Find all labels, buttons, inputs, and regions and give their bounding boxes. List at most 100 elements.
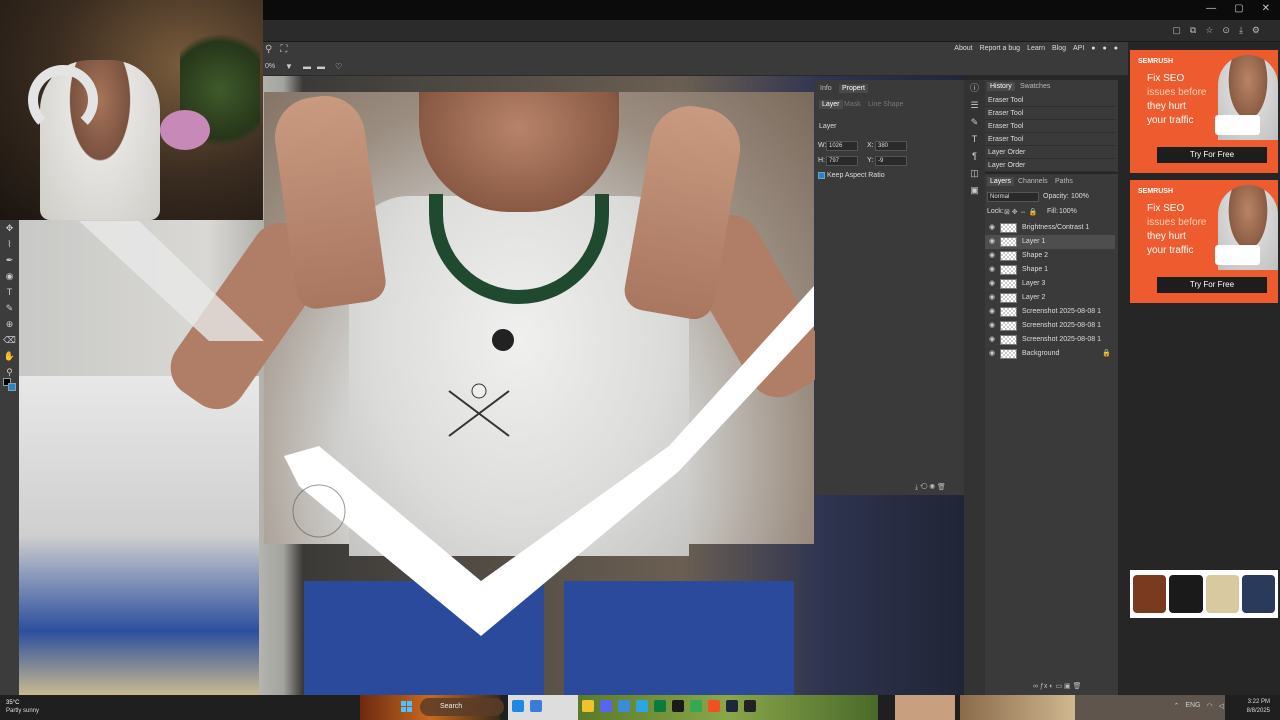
info-icon[interactable]: ⓘ bbox=[964, 80, 985, 97]
tab-info[interactable]: Info bbox=[820, 85, 832, 92]
bookmark-star-icon[interactable]: ☆ bbox=[1205, 25, 1213, 36]
eye-icon[interactable]: ◉ bbox=[989, 249, 995, 263]
fill-tool-icon[interactable]: ◉ bbox=[0, 268, 19, 284]
eye-icon[interactable]: ◉ bbox=[989, 235, 995, 249]
maximize-button[interactable]: ▢ bbox=[1234, 3, 1243, 14]
chrome-icon[interactable] bbox=[690, 700, 702, 712]
windows-start-icon[interactable] bbox=[401, 701, 412, 712]
semrush-ad-2[interactable]: SEMRUSH Fix SEO issues before they hurt … bbox=[1130, 180, 1278, 303]
width-field[interactable]: 1026 bbox=[826, 141, 858, 151]
twitter-icon[interactable]: ● bbox=[1103, 45, 1107, 52]
reddit-icon[interactable]: ● bbox=[1091, 45, 1095, 52]
ad-cta-button[interactable]: Try For Free bbox=[1157, 147, 1267, 163]
eye-icon[interactable]: ◉ bbox=[989, 221, 995, 235]
eye-icon[interactable]: ◉ bbox=[989, 277, 995, 291]
brush-tool-icon[interactable]: ✎ bbox=[0, 300, 19, 316]
zoom-value[interactable]: 0% bbox=[265, 63, 275, 70]
move-tool-icon[interactable]: ✥ bbox=[0, 220, 19, 236]
history-item[interactable]: Layer Order bbox=[985, 146, 1115, 159]
lock-icons[interactable]: ⊠ ✥ ⇔ 🔒 bbox=[1004, 208, 1037, 216]
layers-footer-icons[interactable]: ∞ ƒx ◐ ▭ ▣ 🗑 bbox=[1033, 682, 1081, 690]
eye-icon[interactable]: ◉ bbox=[989, 263, 995, 277]
product-ad[interactable] bbox=[1130, 570, 1278, 618]
blog-link[interactable]: Blog bbox=[1052, 45, 1066, 52]
search-icon[interactable]: ⚲ bbox=[265, 44, 272, 55]
hand-tool-icon[interactable]: ✋ bbox=[0, 348, 19, 364]
minimize-button[interactable]: — bbox=[1206, 3, 1216, 14]
steam-icon[interactable] bbox=[726, 700, 738, 712]
subtab-mask[interactable]: Mask bbox=[844, 101, 861, 108]
paragraph-icon[interactable]: ¶ bbox=[964, 148, 985, 165]
clock[interactable]: 3:22 PM 8/8/2025 bbox=[1247, 698, 1270, 716]
taskbar-search[interactable]: Search bbox=[420, 698, 504, 716]
app-icon-2[interactable] bbox=[654, 700, 666, 712]
file-explorer-icon[interactable] bbox=[582, 700, 594, 712]
opacity-value[interactable]: 100% bbox=[1071, 193, 1089, 200]
fullscreen-icon[interactable]: ⛶ bbox=[280, 44, 287, 55]
x-field[interactable]: 380 bbox=[875, 141, 907, 151]
subtab-line-shape[interactable]: Line Shape bbox=[868, 101, 903, 108]
type-tool-icon[interactable]: T bbox=[0, 284, 19, 300]
keep-aspect-checkbox[interactable] bbox=[818, 172, 825, 179]
background-color-swatch[interactable] bbox=[8, 383, 16, 391]
tab-icon[interactable]: ▢ bbox=[1172, 25, 1181, 36]
chevron-up-icon[interactable]: ⌃ bbox=[1173, 702, 1179, 710]
eye-icon[interactable]: ◉ bbox=[989, 347, 995, 361]
tab-layers[interactable]: Layers bbox=[987, 177, 1015, 186]
discord-icon[interactable] bbox=[600, 700, 612, 712]
app-icon[interactable] bbox=[618, 700, 630, 712]
tab-paths[interactable]: Paths bbox=[1055, 178, 1073, 185]
facebook-icon[interactable]: ● bbox=[1114, 45, 1118, 52]
layer-row[interactable]: ◉ Layer 1 bbox=[985, 235, 1115, 249]
obs-icon[interactable] bbox=[672, 700, 684, 712]
layer-row[interactable]: ◉ Screenshot 2025-08-08 1 bbox=[985, 305, 1115, 319]
app-icon-3[interactable] bbox=[744, 700, 756, 712]
api-link[interactable]: API bbox=[1073, 45, 1084, 52]
dropdown-arrow-icon[interactable]: ▼ bbox=[285, 62, 293, 71]
layer-row[interactable]: ◉ Brightness/Contrast 1 bbox=[985, 221, 1115, 235]
report-bug-link[interactable]: Report a bug bbox=[980, 45, 1020, 52]
properties-footer-icons[interactable]: ⤓ ⟲ ◉ 🗑 bbox=[915, 483, 946, 492]
eye-icon[interactable]: ◉ bbox=[989, 291, 995, 305]
text-icon[interactable]: T bbox=[964, 131, 985, 148]
settings-icon[interactable]: ⚙ bbox=[1252, 25, 1260, 36]
eye-icon[interactable]: ◉ bbox=[989, 333, 995, 347]
tab-history[interactable]: History bbox=[987, 82, 1015, 91]
download-icon[interactable]: ⤓ bbox=[1239, 25, 1243, 36]
layer-row[interactable]: ◉ Screenshot 2025-08-08 1 bbox=[985, 319, 1115, 333]
clone-tool-icon[interactable]: ⊕ bbox=[0, 316, 19, 332]
history-item[interactable]: Eraser Tool bbox=[985, 120, 1115, 133]
minus-icon-2[interactable]: ▬ bbox=[317, 62, 325, 71]
tab-properties[interactable]: Propert bbox=[839, 84, 868, 93]
history-item[interactable]: Eraser Tool bbox=[985, 107, 1115, 120]
volume-icon[interactable]: ◁ bbox=[1219, 702, 1224, 710]
about-link[interactable]: About bbox=[954, 45, 972, 52]
subtab-layer[interactable]: Layer bbox=[819, 100, 843, 109]
css-icon[interactable]: ◫ bbox=[964, 165, 985, 182]
layer-row[interactable]: ◉ Layer 3 bbox=[985, 277, 1115, 291]
extension-icon[interactable]: ⊙ bbox=[1222, 25, 1230, 36]
image-icon[interactable]: ▣ bbox=[964, 182, 985, 199]
edge-icon[interactable] bbox=[512, 700, 524, 712]
layer-row[interactable]: ◉ Shape 1 bbox=[985, 263, 1115, 277]
fill-value[interactable]: 100% bbox=[1059, 208, 1077, 215]
heart-icon[interactable]: ♡ bbox=[335, 62, 342, 71]
blend-mode-select[interactable]: Normal bbox=[987, 192, 1039, 202]
ad-cta-button[interactable]: Try For Free bbox=[1157, 277, 1267, 293]
weather-widget[interactable]: 35°C Partly sunny bbox=[6, 699, 39, 715]
pen-tool-icon[interactable]: ✒ bbox=[0, 252, 19, 268]
layer-row[interactable]: ◉ Shape 2 bbox=[985, 249, 1115, 263]
telegram-icon[interactable] bbox=[636, 700, 648, 712]
wifi-icon[interactable]: ◠ bbox=[1207, 702, 1213, 710]
window-icon[interactable]: ⧉ bbox=[1190, 25, 1196, 36]
eye-icon[interactable]: ◉ bbox=[989, 319, 995, 333]
history-item[interactable]: Eraser Tool bbox=[985, 133, 1115, 146]
tab-swatches[interactable]: Swatches bbox=[1020, 83, 1050, 90]
layer-row[interactable]: ◉ Background 🔒 bbox=[985, 347, 1115, 361]
eraser-tool-icon[interactable]: ⌫ bbox=[0, 332, 19, 348]
lang-indicator[interactable]: ENG bbox=[1185, 702, 1200, 710]
history-item[interactable]: Layer Order bbox=[985, 159, 1115, 172]
list-icon[interactable]: ☰ bbox=[964, 97, 985, 114]
learn-link[interactable]: Learn bbox=[1027, 45, 1045, 52]
semrush-ad-1[interactable]: SEMRUSH Fix SEO issues before they hurt … bbox=[1130, 50, 1278, 173]
